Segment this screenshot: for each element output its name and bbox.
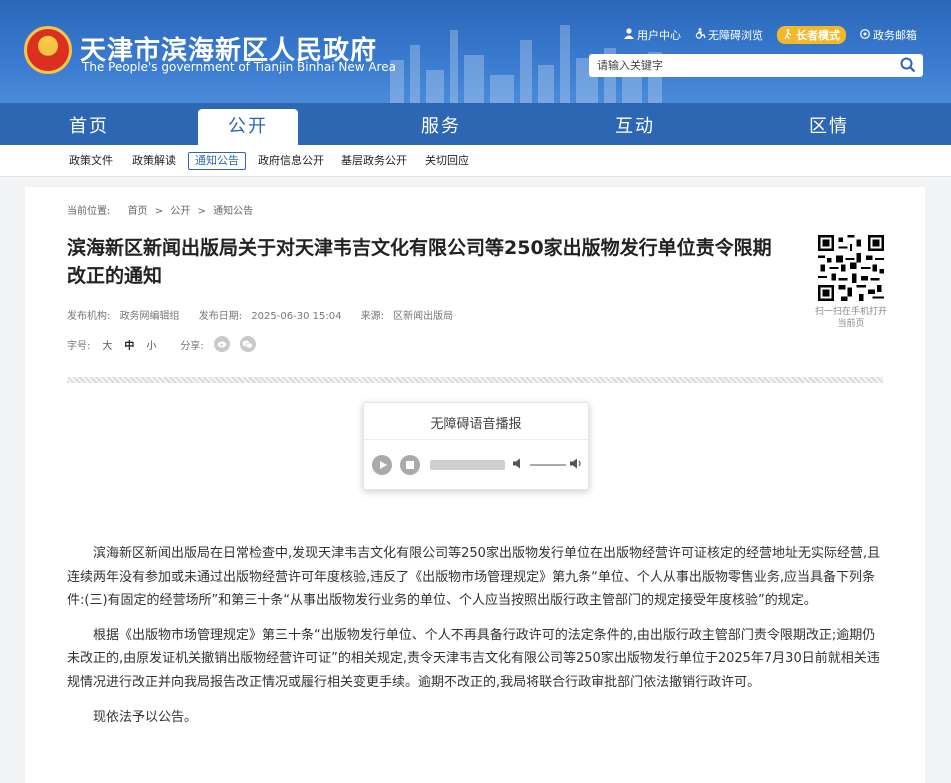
breadcrumb-home[interactable]: 首页 <box>128 206 148 217</box>
nav-service[interactable]: 服务 <box>396 109 486 145</box>
progress-bar[interactable] <box>430 460 505 470</box>
accessibility-label: 无障碍浏览 <box>708 29 763 42</box>
article-paragraph: 现依法予以公告。 <box>93 709 198 725</box>
font-size-large[interactable]: 大 <box>102 337 112 352</box>
audio-player: 无障碍语音播报 <box>363 402 589 490</box>
user-center-link[interactable]: 用户中心 <box>624 27 681 43</box>
volume-high-icon[interactable] <box>570 458 583 472</box>
mail-icon <box>860 28 870 42</box>
breadcrumb-sep: > <box>154 206 164 217</box>
volume-slider[interactable] <box>530 464 566 466</box>
share-label: 分享: <box>180 340 204 352</box>
gov-mail-label: 政务邮箱 <box>873 29 917 42</box>
site-subtitle: The People's government of Tianjin Binha… <box>82 60 396 74</box>
breadcrumb-notices[interactable]: 通知公告 <box>213 206 253 217</box>
nav-district[interactable]: 区情 <box>784 109 874 145</box>
national-emblem-icon: ★ <box>24 26 72 74</box>
nav-home[interactable]: 首页 <box>44 109 134 145</box>
main-nav: 首页 公开 服务 互动 区情 <box>0 103 951 145</box>
elder-mode-label: 长者模式 <box>796 29 840 42</box>
meta-source: 区新闻出版局 <box>393 311 454 322</box>
user-center-label: 用户中心 <box>637 29 681 42</box>
volume-low-icon <box>513 458 523 472</box>
subnav-notices[interactable]: 通知公告 <box>188 152 246 170</box>
top-links: 用户中心 无障碍浏览 长者模式 政务邮箱 <box>624 26 931 44</box>
stop-button[interactable] <box>400 455 420 475</box>
subnav-concerns[interactable]: 关切回应 <box>425 153 469 169</box>
meta-date: 2025-06-30 15:04 <box>251 311 342 322</box>
subnav-gov-info[interactable]: 政府信息公开 <box>258 153 324 169</box>
subnav-policy-interpretation[interactable]: 政策解读 <box>132 153 176 169</box>
breadcrumb-sep: > <box>197 206 206 217</box>
article-title: 滨海新区新闻出版局关于对天津韦吉文化有限公司等250家出版物发行单位责令限期改正… <box>67 237 772 287</box>
nav-interact[interactable]: 互动 <box>590 109 680 145</box>
qr-caption: 扫一扫在手机打开当前页 <box>814 307 887 329</box>
wechat-share-icon[interactable] <box>239 336 256 352</box>
elder-icon <box>783 28 793 42</box>
font-size-small[interactable]: 小 <box>146 337 156 352</box>
player-divider <box>364 439 588 440</box>
weibo-share-icon[interactable] <box>213 336 230 352</box>
gov-mail-link[interactable]: 政务邮箱 <box>860 27 917 43</box>
meta-org-label: 发布机构: <box>67 311 111 322</box>
article-meta: 发布机构: 政务网编辑组 发布日期: 2025-06-30 15:04 来源: … <box>67 307 469 322</box>
search-icon[interactable] <box>899 56 917 74</box>
article-paragraph: 根据《出版物市场管理规定》第三十条“出版物发行单位、个人不再具备行政许可的法定条… <box>67 627 880 690</box>
article-paragraph: 滨海新区新闻出版局在日常检查中,发现天津韦吉文化有限公司等250家出版物发行单位… <box>67 546 881 609</box>
font-size-medium[interactable]: 中 <box>124 337 134 352</box>
search-input[interactable] <box>597 57 887 74</box>
nav-open[interactable]: 公开 <box>198 109 298 145</box>
site-header: ★ 天津市滨海新区人民政府 The People's government of… <box>0 0 951 103</box>
play-button[interactable] <box>372 455 392 475</box>
user-icon <box>624 28 634 42</box>
article-container: 当前位置: 首页 > 公开 > 通知公告 滨海新区新闻出版局关于对天津韦吉文化有… <box>25 187 925 783</box>
meta-date-label: 发布日期: <box>198 311 243 322</box>
search-box <box>589 54 923 77</box>
subnav-grassroots[interactable]: 基层政务公开 <box>341 153 407 169</box>
article-tools: 字号: 大 中 小 分享: <box>67 336 266 352</box>
qr-code <box>818 235 884 301</box>
breadcrumb-open[interactable]: 公开 <box>170 206 190 217</box>
meta-org: 政务网编辑组 <box>119 311 180 322</box>
sub-nav: 政策文件 政策解读 通知公告 政府信息公开 基层政务公开 关切回应 <box>0 145 951 177</box>
accessibility-icon <box>695 28 706 42</box>
breadcrumb: 当前位置: 首页 > 公开 > 通知公告 <box>67 202 257 217</box>
accessibility-link[interactable]: 无障碍浏览 <box>695 27 763 43</box>
article-body: 滨海新区新闻出版局在日常检查中,发现天津韦吉文化有限公司等250家出版物发行单位… <box>67 542 887 740</box>
meta-source-label: 来源: <box>360 311 384 322</box>
subnav-policy-files[interactable]: 政策文件 <box>69 153 113 169</box>
elder-mode-button[interactable]: 长者模式 <box>777 26 846 44</box>
font-size-label: 字号: <box>67 340 91 352</box>
player-title: 无障碍语音播报 <box>430 417 522 432</box>
breadcrumb-label: 当前位置: <box>67 206 111 217</box>
divider <box>67 377 883 383</box>
